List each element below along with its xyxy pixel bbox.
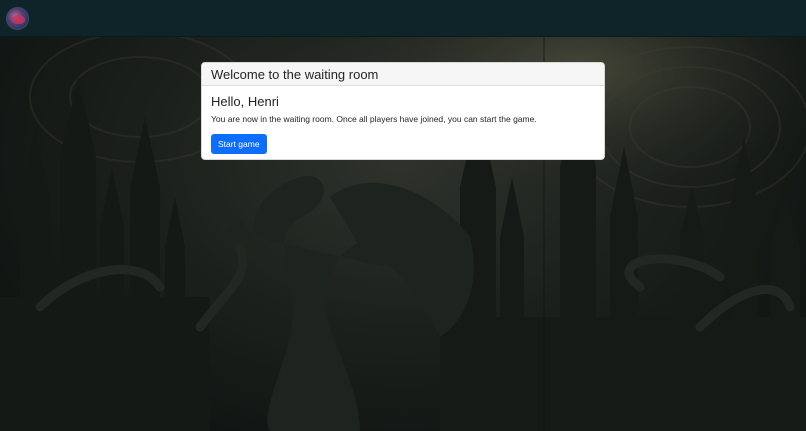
waiting-room-card: Welcome to the waiting room Hello, Henri… bbox=[201, 62, 605, 160]
top-navbar bbox=[0, 0, 806, 37]
start-game-button[interactable]: Start game bbox=[211, 134, 267, 154]
card-header: Welcome to the waiting room bbox=[202, 63, 604, 86]
waiting-message: You are now in the waiting room. Once al… bbox=[211, 114, 537, 124]
greeting-title: Hello, Henri bbox=[211, 94, 279, 109]
game-logo-icon[interactable] bbox=[6, 6, 29, 30]
card-body: Hello, Henri You are now in the waiting … bbox=[202, 86, 604, 154]
